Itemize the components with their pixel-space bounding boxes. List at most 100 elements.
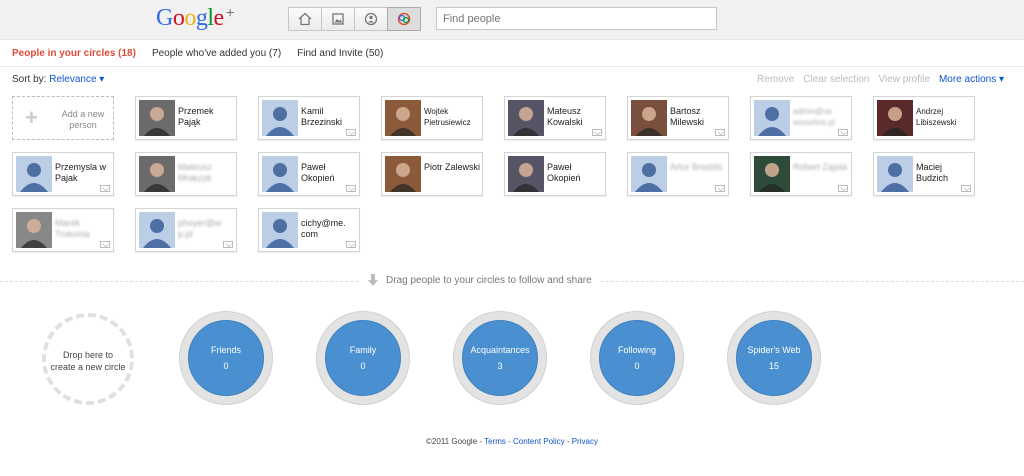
person-card[interactable]: Paweł Okopień [258,152,360,196]
circle-name: Following [617,345,657,355]
logo-letter: G [156,5,173,31]
person-card[interactable]: Bartosz Milewski [627,96,729,140]
remove-button[interactable]: Remove [757,74,794,85]
drag-hint-text: Drag people to your circles to follow an… [386,274,592,286]
copyright-text: ©2011 Google - [426,437,485,446]
person-card[interactable]: phoyer@w p.pl [135,208,237,252]
envelope-icon [100,241,110,248]
person-card[interactable]: Marek Trokonia [12,208,114,252]
person-card[interactable]: Mateusz Kowalski [504,96,606,140]
circle-name: Family [349,345,377,355]
avatar-placeholder [631,156,667,192]
footer: ©2011 Google - Terms - Content Policy - … [0,437,1024,446]
person-card[interactable]: admin@ne wsvorline.pl [750,96,852,140]
circle-face: Family 0 [325,320,401,396]
avatar-photo [754,156,790,192]
tab-divider [0,66,1024,67]
person-card[interactable]: cichy@me. com [258,208,360,252]
avatar-photo [631,100,667,136]
person-card[interactable]: Przemek Pająk [135,96,237,140]
profile-icon [364,12,378,26]
person-name: cichy@me. com [301,218,346,239]
sort-bar: Sort by: Relevance ▾ [12,74,104,85]
google-plus-logo[interactable]: Google + [156,5,235,32]
person-card[interactable]: Wojtek Pietrusiewicz [381,96,483,140]
person-name: Marek Trokonia [55,218,90,239]
circle-name: Friends [210,345,241,355]
terms-link[interactable]: Terms [484,437,506,446]
avatar-photo [139,156,175,192]
circle-acquaintances[interactable]: Acquaintances 3 [453,311,547,405]
person-card[interactable]: Piotr Zalewski [381,152,483,196]
person-name: Maciej Budzich [916,162,949,183]
person-name: Robert Zajola [793,162,848,172]
person-card[interactable]: Kamil Brzezinski [258,96,360,140]
person-card[interactable]: Przemysla w Pajak [12,152,114,196]
footer-separator-1: - [505,437,514,446]
person-name: Bartosz Milewski [670,106,705,127]
avatar-photo [139,100,175,136]
view-profile-button[interactable]: View profile [878,74,930,85]
photos-button[interactable] [321,7,355,31]
person-name: Mateusz Kowalski [547,106,583,127]
avatar-placeholder [754,100,790,136]
person-card[interactable]: Paweł Okopień [504,152,606,196]
envelope-icon [961,185,971,192]
person-name: Artur Brodzki [670,162,723,172]
circle-friends[interactable]: Friends 0 [179,311,273,405]
sort-dropdown[interactable]: Relevance ▾ [49,74,104,85]
circles-button[interactable] [387,7,421,31]
more-actions-dropdown[interactable]: More actions ▾ [939,74,1004,85]
circle-spider-s-web[interactable]: Spider's Web 15 [727,311,821,405]
clear-selection-button[interactable]: Clear selection [803,74,869,85]
person-name: Kamil Brzezinski [301,106,343,127]
circle-count: 0 [360,361,366,371]
avatar-placeholder [139,212,175,248]
envelope-icon [838,129,848,136]
profile-button[interactable] [354,7,388,31]
person-card[interactable]: Artur Brodzki [627,152,729,196]
plus-icon: + [25,105,38,130]
tab-find-and-invite[interactable]: Find and Invite (50) [297,48,383,59]
envelope-icon [346,241,356,248]
circle-count: 3 [497,361,503,371]
photos-icon [332,13,344,25]
home-icon [298,12,312,26]
add-person-card[interactable]: + Add a new person [12,96,114,140]
find-people-input[interactable] [436,7,717,30]
circle-face: Following 0 [599,320,675,396]
circle-face: Friends 0 [188,320,264,396]
avatar-photo [508,100,544,136]
person-name: Paweł Okopień [301,162,335,183]
logo-plus: + [225,5,235,22]
person-name: Piotr Zalewski [424,162,481,172]
new-circle-dropzone[interactable]: Drop here to create a new circle [42,313,134,405]
logo-letter: e [213,5,225,31]
logo-letter: g [195,5,208,31]
person-name: Andrzej Libiszewski [916,107,957,127]
home-button[interactable] [288,7,322,31]
circle-count: 0 [634,361,640,371]
avatar-photo [385,100,421,136]
envelope-icon [592,129,602,136]
avatar-photo [16,212,52,248]
tab-people-in-circles[interactable]: People in your circles (18) [12,48,136,59]
person-card[interactable]: Andrzej Libiszewski [873,96,975,140]
top-bar: Google + [0,0,1024,40]
person-name: Przemek Pająk [178,106,214,127]
circle-following[interactable]: Following 0 [590,311,684,405]
person-name: phoyer@w p.pl [178,218,222,239]
avatar-placeholder [262,100,298,136]
tab-people-added-you[interactable]: People who've added you (7) [152,48,281,59]
person-card[interactable]: Maciej Budzich [873,152,975,196]
circle-name: Spider's Web [747,345,801,355]
person-card[interactable]: Mateusz Mrakzyk [135,152,237,196]
envelope-icon [715,185,725,192]
circle-family[interactable]: Family 0 [316,311,410,405]
person-name: Przemysla w Pajak [55,162,107,183]
privacy-link[interactable]: Privacy [572,437,598,446]
content-policy-link[interactable]: Content Policy [513,437,565,446]
arrow-down-icon [368,274,378,286]
person-card[interactable]: Robert Zajola [750,152,852,196]
avatar-photo [385,156,421,192]
